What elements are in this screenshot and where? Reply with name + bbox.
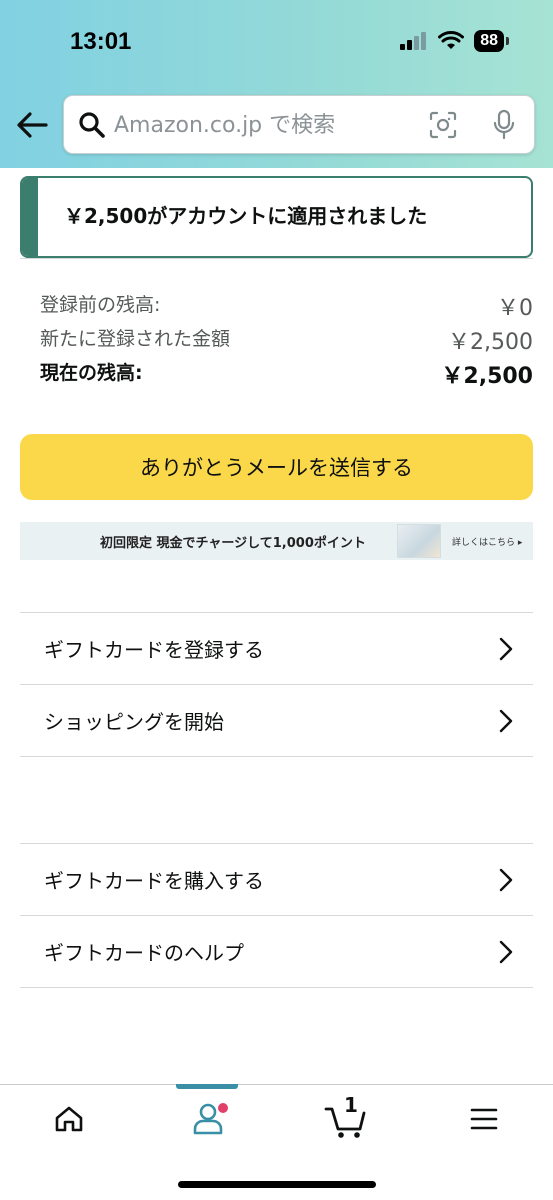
battery-indicator: 88: [474, 30, 504, 52]
home-indicator: [178, 1181, 376, 1188]
notification-dot: [218, 1103, 228, 1113]
menu-item-start-shopping[interactable]: ショッピングを開始: [20, 685, 533, 756]
menu-item-label: ギフトカードを登録する: [44, 638, 264, 662]
account-icon[interactable]: [191, 1101, 231, 1135]
nav-active-indicator: [176, 1084, 238, 1089]
chevron-right-icon: [499, 868, 513, 891]
promo-banner[interactable]: 初回限定 現金でチャージして1,000ポイント 詳しくはこちら ▸: [20, 522, 533, 560]
alert-accent-bar: [22, 178, 38, 256]
balance-current-row: 現在の残高: ￥2,500: [40, 358, 533, 390]
send-thanks-email-button[interactable]: ありがとうメールを送信する: [20, 434, 533, 500]
menu-item-redeem-gift-card[interactable]: ギフトカードを登録する: [20, 613, 533, 684]
camera-search-icon[interactable]: [428, 110, 458, 140]
divider: [20, 258, 533, 259]
menu-item-label: ショッピングを開始: [44, 710, 224, 734]
cart-button[interactable]: 1: [324, 1093, 370, 1139]
search-bar[interactable]: [63, 95, 535, 154]
alert-message: ￥2,500がアカウントに適用されました: [64, 204, 428, 228]
balance-value: ￥2,500: [441, 364, 533, 389]
header: 13:01 88: [0, 0, 553, 168]
menu-item-label: ギフトカードのヘルプ: [44, 941, 244, 965]
cart-count: 1: [344, 1093, 358, 1117]
battery-tip: [506, 37, 509, 45]
signal-icon: [400, 32, 427, 50]
bottom-nav: 1: [0, 1084, 553, 1200]
balance-label: 新たに登録された金額: [40, 328, 231, 350]
balance-value: ￥0: [497, 296, 533, 321]
balance-before-row: 登録前の残高: ￥0: [40, 290, 533, 322]
microphone-icon[interactable]: [492, 109, 516, 141]
balance-added-row: 新たに登録された金額 ￥2,500: [40, 324, 533, 356]
success-alert: ￥2,500がアカウントに適用されました: [20, 176, 533, 258]
balance-value: ￥2,500: [448, 330, 533, 355]
search-input[interactable]: [114, 106, 414, 144]
promo-banner-text: 初回限定 現金でチャージして1,000ポイント: [100, 535, 366, 551]
chevron-right-icon: [499, 940, 513, 963]
divider: [20, 987, 533, 988]
promo-banner-more-link[interactable]: 詳しくはこちら ▸: [452, 535, 522, 548]
chevron-right-icon: [499, 709, 513, 732]
promo-banner-image: [397, 524, 441, 558]
status-icons: 88: [400, 30, 509, 52]
balance-label: 登録前の残高:: [40, 294, 161, 316]
menu-icon[interactable]: [470, 1107, 498, 1131]
back-arrow-icon[interactable]: [14, 110, 50, 140]
menu-item-label: ギフトカードを購入する: [44, 869, 264, 893]
chevron-right-icon: [499, 637, 513, 660]
menu-item-buy-gift-card[interactable]: ギフトカードを購入する: [20, 844, 533, 915]
status-time: 13:01: [70, 28, 132, 55]
balance-label: 現在の残高:: [40, 362, 143, 384]
menu-item-gift-card-help[interactable]: ギフトカードのヘルプ: [20, 916, 533, 987]
divider: [20, 756, 533, 757]
wifi-icon: [438, 31, 465, 49]
home-icon[interactable]: [54, 1105, 84, 1133]
search-icon[interactable]: [78, 110, 106, 140]
